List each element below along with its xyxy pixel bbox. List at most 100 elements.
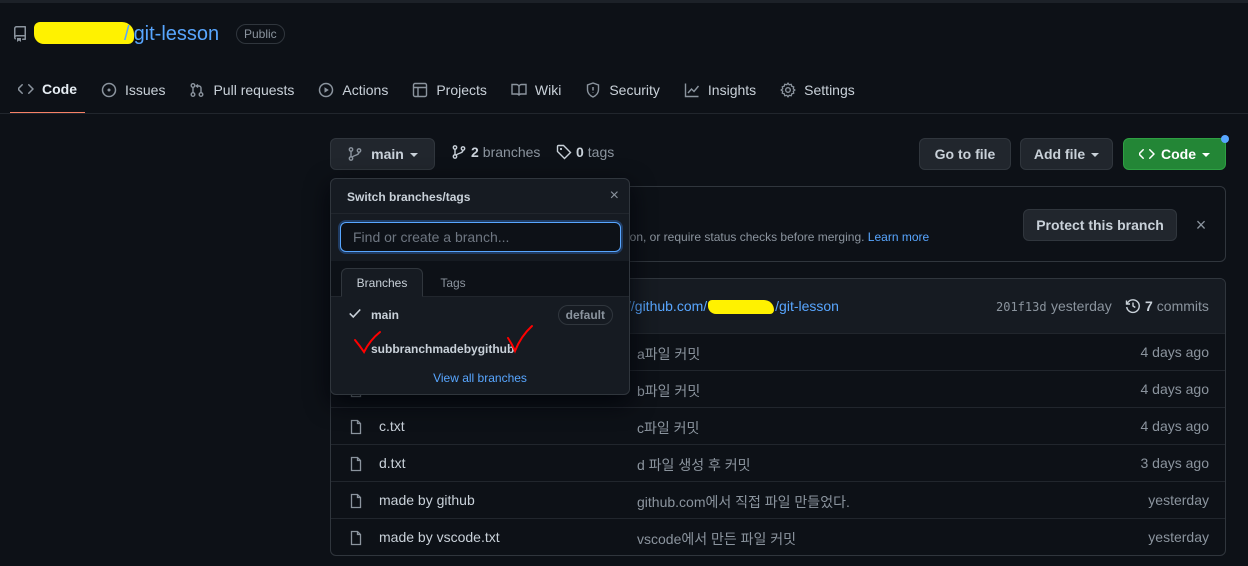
latest-commit-message[interactable]: //github.com/ /git-lesson (627, 298, 839, 315)
add-file-button[interactable]: Add file (1020, 138, 1113, 170)
tab-label: Projects (436, 82, 487, 98)
file-icon (350, 493, 362, 509)
branches-link[interactable]: 2 branches (451, 144, 540, 160)
check-icon (349, 308, 361, 319)
branch-filter-input[interactable] (340, 222, 621, 252)
commit-time: yesterday (1051, 298, 1112, 314)
chevron-down-icon (409, 153, 418, 157)
commits-count: 7 (1145, 298, 1153, 314)
code-icon (18, 84, 34, 94)
tab-tags[interactable]: Tags (431, 268, 475, 297)
tab-label: Insights (707, 82, 757, 98)
file-icon (350, 530, 362, 546)
tab-label: Actions (342, 82, 389, 98)
branch-icon (348, 147, 362, 161)
file-commit-message[interactable]: b파일 커밋 (637, 381, 700, 401)
code-button-label: Code (1161, 146, 1196, 162)
dropdown-header: Switch branches/tags × (331, 179, 629, 214)
protect-branch-label: Protect this branch (1036, 217, 1164, 233)
tab-code[interactable]: Code (10, 72, 85, 114)
annotation-check-icon (507, 325, 533, 354)
file-time: yesterday (1148, 529, 1209, 545)
view-all-branches-link[interactable]: View all branches (331, 371, 629, 385)
commit-message-suffix: /git-lesson (775, 298, 839, 314)
current-branch-label: main (371, 146, 404, 162)
issue-icon (101, 82, 117, 98)
file-commit-message[interactable]: vscode에서 만든 파일 커밋 (637, 529, 796, 549)
protect-branch-button[interactable]: Protect this branch (1023, 209, 1177, 241)
file-time: 4 days ago (1140, 344, 1210, 360)
notification-dot (1221, 135, 1229, 143)
add-file-label: Add file (1033, 146, 1086, 162)
file-commit-message[interactable]: github.com에서 직접 파일 만들었다. (637, 492, 850, 512)
tags-link[interactable]: 0 tags (556, 144, 614, 160)
banner-text: ion, or require status checks before mer… (627, 230, 929, 244)
branches-count: 2 (471, 144, 479, 160)
file-row: d.txt d 파일 생성 후 커밋 3 days ago (331, 445, 1225, 482)
commit-hash[interactable]: 201f13d (996, 300, 1047, 314)
tab-security[interactable]: Security (577, 72, 668, 108)
file-commit-message[interactable]: d 파일 생성 후 커밋 (637, 455, 751, 475)
dropdown-title: Switch branches/tags (347, 190, 471, 204)
close-icon[interactable]: × (1193, 216, 1209, 234)
repo-nav-tabs: Code Issues Pull requests Actions Projec… (10, 72, 871, 114)
file-time: 4 days ago (1140, 381, 1210, 397)
tab-label: Pull requests (213, 82, 295, 98)
file-name[interactable]: d.txt (379, 455, 405, 471)
tab-label: Wiki (534, 82, 562, 98)
graph-icon (684, 83, 699, 98)
repo-name-link[interactable]: git-lesson (134, 23, 220, 46)
file-commit-message[interactable]: c파일 커밋 (637, 418, 699, 438)
branches-label: branches (482, 144, 541, 160)
code-button[interactable]: Code (1123, 138, 1226, 170)
tab-actions[interactable]: Actions (310, 72, 396, 108)
tab-issues[interactable]: Issues (93, 72, 173, 108)
branch-select-button[interactable]: main (330, 138, 435, 170)
chevron-down-icon (1202, 153, 1210, 157)
tab-wiki[interactable]: Wiki (503, 72, 569, 108)
go-to-file-label: Go to file (934, 146, 996, 162)
repo-header (12, 22, 36, 46)
learn-more-link[interactable]: Learn more (868, 230, 929, 244)
annotation-check-icon (354, 331, 381, 354)
file-name[interactable]: c.txt (379, 418, 405, 434)
tab-settings[interactable]: Settings (772, 72, 863, 108)
tab-tags-label: Tags (440, 275, 466, 290)
file-name[interactable]: made by github (379, 492, 475, 508)
pull-request-icon (190, 83, 204, 97)
branch-switcher-dropdown: Switch branches/tags × Branches Tags mai… (330, 178, 630, 395)
tab-insights[interactable]: Insights (676, 72, 764, 108)
file-commit-message[interactable]: a파일 커밋 (637, 344, 700, 364)
shield-icon (587, 82, 600, 98)
file-name[interactable]: made by vscode.txt (379, 529, 500, 545)
tab-label: Settings (804, 82, 855, 98)
history-icon (1125, 299, 1140, 314)
file-icon (350, 419, 362, 435)
table-icon (413, 82, 428, 98)
owner-redaction-highlight (34, 22, 134, 44)
file-time: 3 days ago (1140, 455, 1210, 471)
tabs-divider (0, 113, 1248, 114)
commits-link[interactable]: 7 commits (1125, 298, 1209, 314)
tab-branches[interactable]: Branches (341, 268, 423, 297)
tab-label: Security (609, 82, 660, 98)
commit-message-prefix: //github.com/ (627, 298, 708, 314)
branch-icon (452, 145, 466, 159)
go-to-file-button[interactable]: Go to file (919, 138, 1011, 170)
tab-pull-requests[interactable]: Pull requests (181, 72, 302, 108)
close-icon[interactable]: × (610, 187, 619, 205)
file-time: yesterday (1148, 492, 1209, 508)
branch-item-main[interactable]: main default (331, 297, 629, 331)
tags-label: tags (587, 144, 615, 160)
branch-name: subbranchmadebygithub (371, 342, 515, 356)
banner-message: ion, or require status checks before mer… (627, 230, 865, 244)
repo-separator: / (124, 22, 130, 45)
tab-label: Code (42, 81, 77, 97)
file-row: made by vscode.txt vscode에서 만든 파일 커밋 yes… (331, 519, 1225, 555)
default-badge: default (557, 305, 613, 325)
tab-projects[interactable]: Projects (404, 72, 495, 108)
code-icon (1139, 149, 1155, 159)
branch-name: main (371, 308, 400, 322)
tags-count: 0 (576, 144, 584, 160)
repo-title: / git-lesson (124, 22, 219, 46)
